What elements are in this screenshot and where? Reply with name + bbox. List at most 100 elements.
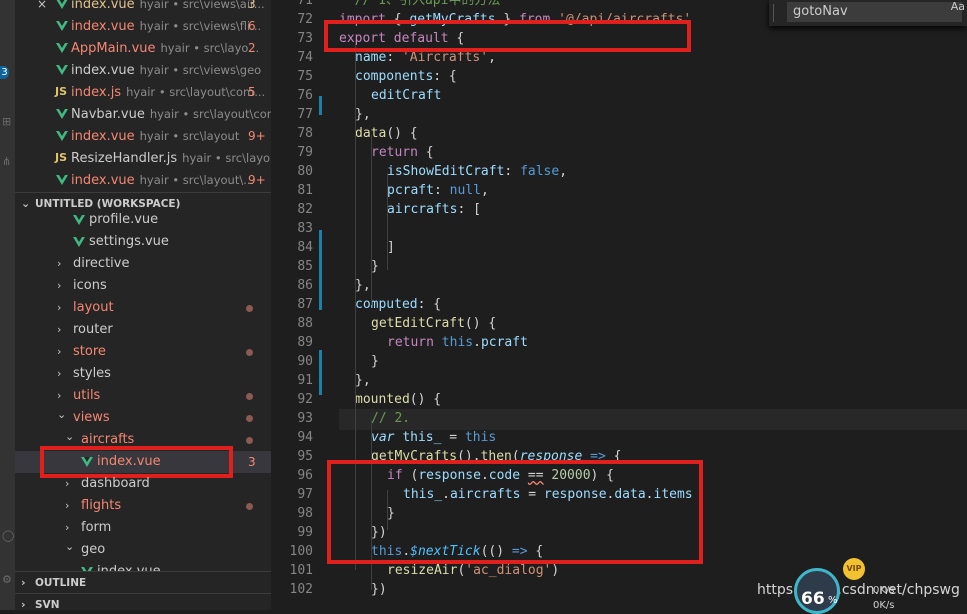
line-number: 100 xyxy=(289,544,313,559)
vue-icon xyxy=(56,21,68,31)
watermark-text: https://blog.csdn.net/chpswg xyxy=(757,582,960,598)
file-item[interactable]: profile.vue xyxy=(15,209,271,231)
code-line[interactable]: computed: { xyxy=(355,295,441,314)
file-path: hyair • src\layo... xyxy=(160,41,260,55)
open-editor-item[interactable]: index.vue hyair • src\views\geo xyxy=(15,59,271,81)
file-item[interactable]: index.vue 3 xyxy=(15,446,271,478)
file-name: index.vue hyair • src\views\fli... xyxy=(71,15,261,37)
code-line[interactable]: var this_ = this xyxy=(371,428,496,447)
open-editor-item[interactable]: Navbar.vue hyair • src\layout\com... xyxy=(15,103,271,125)
code-line[interactable]: }) xyxy=(371,580,387,599)
folder-item[interactable]: › flights xyxy=(15,495,271,517)
line-number: 75 xyxy=(297,69,313,84)
svn-section-header[interactable]: › SVN xyxy=(15,593,271,610)
code-token: () { xyxy=(464,316,497,331)
code-line[interactable]: } xyxy=(371,257,379,276)
extensions-icon[interactable]: ⊞ xyxy=(2,116,12,128)
code-token: : xyxy=(504,164,521,179)
folder-item[interactable]: › form xyxy=(15,517,271,539)
code-line[interactable]: return { xyxy=(371,143,434,162)
problem-count: 6 xyxy=(248,19,256,33)
open-editor-item[interactable]: JS index.js hyair • src\layout\com... 5 xyxy=(15,81,271,103)
code-token: false xyxy=(520,164,560,179)
file-path: hyair • src\layout\com... xyxy=(126,85,266,99)
line-number: 84 xyxy=(297,240,313,255)
code-line[interactable]: return this.pcraft xyxy=(387,333,528,352)
code-line[interactable]: ] xyxy=(387,238,395,257)
status-dot xyxy=(246,349,253,356)
code-token: // 1、引入api中的方法 xyxy=(339,0,501,8)
folder-item[interactable]: › icons xyxy=(15,275,271,297)
code-token: } xyxy=(371,259,379,274)
source-control-icon[interactable]: ⋔ xyxy=(2,156,12,168)
file-name-text: ResizeHandler.js xyxy=(71,151,178,166)
code-line[interactable]: }, xyxy=(355,371,371,390)
chevron-right-icon: › xyxy=(57,301,62,314)
file-name-text: index.vue xyxy=(71,129,135,144)
line-number: 88 xyxy=(297,316,313,331)
open-editor-item[interactable]: × index.vue hyair • src\views\air... 3 xyxy=(15,0,271,15)
code-line[interactable]: // 1、引入api中的方法 xyxy=(339,0,501,10)
folder-item[interactable]: › dashboard xyxy=(15,473,271,495)
line-number: 82 xyxy=(297,202,313,217)
code-line[interactable]: components: { xyxy=(355,67,457,86)
svn-title: SVN xyxy=(35,599,60,610)
find-input[interactable]: gotoNav xyxy=(787,2,962,22)
network-speed-widget[interactable]: 66 % xyxy=(794,568,840,614)
file-item[interactable]: settings.vue xyxy=(15,231,271,253)
folder-item[interactable]: › directive xyxy=(15,253,271,275)
file-path: hyair • src\layout\... xyxy=(139,173,255,187)
file-name: index.vue hyair • src\layout\... xyxy=(71,169,254,191)
code-line[interactable]: aircrafts: [ xyxy=(387,200,481,219)
code-line[interactable]: }, xyxy=(355,105,371,124)
chevron-right-icon: › xyxy=(57,279,62,292)
code-token: this xyxy=(441,335,474,350)
account-icon[interactable]: ◯ xyxy=(2,530,14,542)
open-editor-item[interactable]: AppMain.vue hyair • src\layo... 2 xyxy=(15,37,271,59)
folder-item[interactable]: ⌄ geo xyxy=(15,539,271,561)
find-replace-toggle[interactable] xyxy=(773,4,774,22)
folder-item[interactable]: › styles xyxy=(15,363,271,385)
code-line[interactable]: mounted() { xyxy=(355,390,441,409)
chevron-right-icon: › xyxy=(65,499,70,512)
file-path: hyair • src\views\fli... xyxy=(139,19,262,33)
settings-gear-icon[interactable]: ⚙ xyxy=(2,574,12,586)
chevron-right-icon: › xyxy=(65,521,70,534)
code-line[interactable]: data() { xyxy=(355,124,418,143)
folder-item[interactable]: › store xyxy=(15,341,271,363)
code-editor[interactable]: 71 72 73 74 75 76 77 78 79 80 81 82 83 84 85 86 87 88 89 90… xyxy=(271,0,967,610)
chevron-down-icon: ⌄ xyxy=(65,540,75,553)
activity-badge: 3 xyxy=(0,66,9,79)
folder-item[interactable]: › layout xyxy=(15,297,271,319)
open-editor-item[interactable]: JSResizeHandler.js hyair • src\layout\... xyxy=(15,147,271,169)
problem-count: 2 xyxy=(248,41,256,55)
folder-item[interactable]: ⌄ views xyxy=(15,407,271,429)
code-line[interactable]: isShowEditCraft: false, xyxy=(387,162,567,181)
speed-value: 66 xyxy=(801,589,825,609)
code-line[interactable]: }, xyxy=(355,276,371,295)
open-editor-item[interactable]: index.vue hyair • src\layout\... 9+ xyxy=(15,169,271,191)
folder-item[interactable]: › router xyxy=(15,319,271,341)
outline-section-header[interactable]: › OUTLINE xyxy=(15,571,271,594)
tree-label: layout xyxy=(73,300,114,315)
open-editor-item[interactable]: index.vue hyair • src\layout 9+ xyxy=(15,125,271,147)
chevron-right-icon: › xyxy=(57,257,62,270)
file-name-text: AppMain.vue xyxy=(71,41,156,56)
code-token: }, xyxy=(355,278,371,293)
code-token: pcraft xyxy=(387,183,434,198)
code-line[interactable]: pcraft: null, xyxy=(387,181,489,200)
line-number: 102 xyxy=(289,582,313,597)
chevron-down-icon: ⌄ xyxy=(57,408,67,421)
folder-item[interactable]: › utils xyxy=(15,385,271,407)
tree-label: router xyxy=(73,322,113,337)
code-line[interactable]: editCraft xyxy=(371,86,441,105)
close-icon[interactable]: × xyxy=(37,0,47,15)
line-number: 94 xyxy=(297,430,313,445)
code-line[interactable]: } xyxy=(371,352,379,371)
code-line[interactable]: // 2. xyxy=(371,409,410,428)
match-case-toggle[interactable]: Aa xyxy=(951,0,965,13)
open-editor-item[interactable]: index.vue hyair • src\views\fli... 6 xyxy=(15,15,271,37)
file-name-text: index.vue xyxy=(71,63,135,78)
problem-count: 3 xyxy=(248,455,256,469)
code-line[interactable]: getEditCraft() { xyxy=(371,314,496,333)
